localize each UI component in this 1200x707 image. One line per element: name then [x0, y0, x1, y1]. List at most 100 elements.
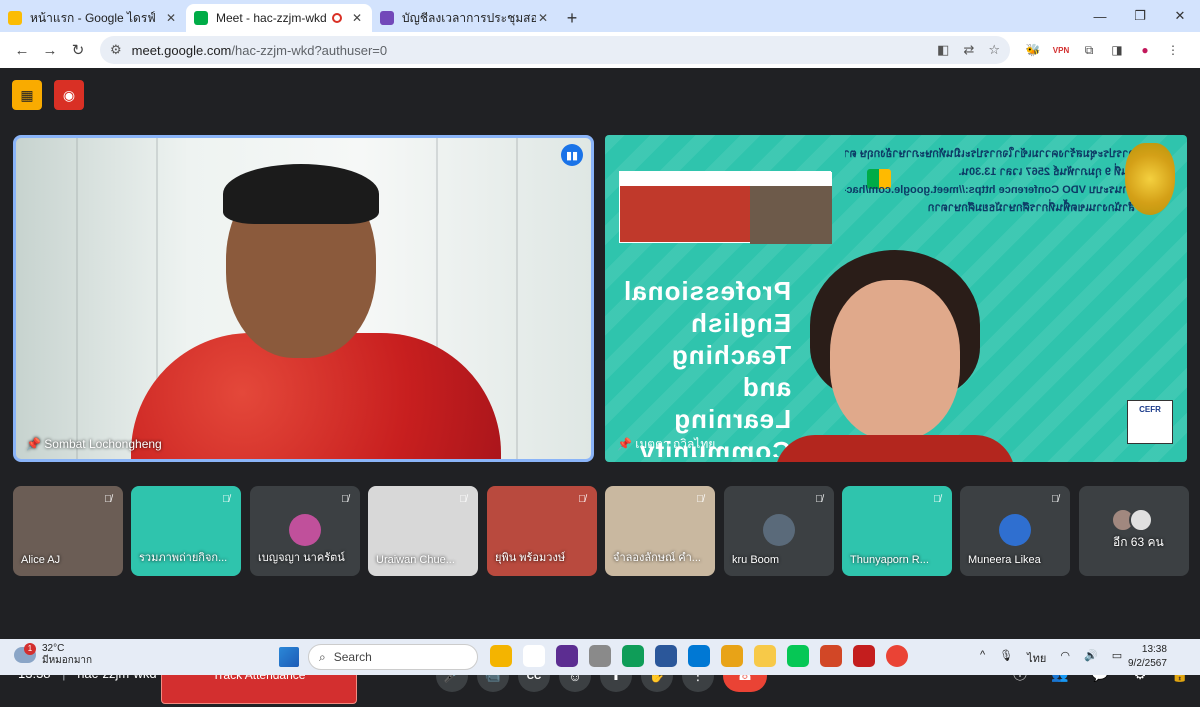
url-path: /hac-zzjm-wkd?authuser=0 [231, 42, 388, 58]
tray-expand-icon[interactable]: ^ [980, 649, 985, 667]
windows-start-icon[interactable] [279, 647, 299, 667]
participant-tile[interactable]: 🎙̸ kru Boom [724, 486, 834, 576]
minimize-button[interactable]: — [1080, 0, 1120, 32]
participant-tile[interactable]: 🎙̸ Thunyaporn R... [842, 486, 952, 576]
edge-icon[interactable] [622, 645, 644, 667]
new-tab-button[interactable]: + [558, 4, 586, 32]
battery-icon[interactable]: ▭ [1112, 649, 1122, 667]
system-clock[interactable]: 13:38 9/2/2567 [1128, 643, 1167, 671]
presenter-name: เมตตา ถวิลไทย [635, 437, 716, 451]
slide-header-line: ผ่านระบบ VDO Conference https://meet.goo… [845, 184, 1135, 196]
participant-tile[interactable]: 🎙̸ ยุพิน พร้อมวงษ์ [487, 486, 597, 576]
close-icon[interactable]: ✕ [164, 11, 178, 25]
volume-icon[interactable]: 🔊 [1084, 649, 1098, 667]
extensions-puzzle-icon[interactable]: ⧉ [1080, 41, 1098, 59]
muted-mic-icon: 🎙̸ [815, 494, 823, 505]
clock-time: 13:38 [1141, 644, 1167, 655]
extension-vpn-icon[interactable]: VPN [1052, 41, 1070, 59]
extension-bee-icon[interactable]: 🐝 [1024, 41, 1042, 59]
settings-app-icon[interactable] [589, 645, 611, 667]
muted-mic-icon: 🎙̸ [696, 494, 704, 505]
weather-widget[interactable]: 1 32°C มีหมอกมาก [14, 643, 92, 667]
omnibox-icons: ◧ ⇄ ☆ [937, 42, 1000, 58]
tab-google-forms[interactable]: บัญชีลงเวลาการประชุมสอบ CEFR ป ✕ [372, 4, 558, 32]
slide-header-line: การประชุมสร้างความเข้าใจการประเมินทักษะภ… [845, 148, 1135, 160]
windows-taskbar: 1 32°C มีหมอกมาก ⌕ Search ^ 🎙 ไทย ◠ 🔊 ▭ … [0, 639, 1200, 675]
avatar [1129, 508, 1153, 532]
address-bar[interactable]: ⚙ meet.google.com /hac-zzjm-wkd?authuser… [100, 36, 1010, 64]
slide-title-line: Professional [623, 276, 792, 306]
chrome-icon[interactable] [886, 645, 908, 667]
participant-tile[interactable]: 🎙̸ เบญจญา นาครัตน์ [250, 486, 360, 576]
speaker-name: Sombat Lochongheng [44, 437, 162, 451]
taskbar-search[interactable]: ⌕ Search [308, 644, 478, 670]
mail-icon[interactable] [688, 645, 710, 667]
tab-google-drive[interactable]: หน้าแรก - Google ไดรฟ์ ✕ [0, 4, 186, 32]
pinned-apps [490, 645, 908, 667]
more-participants-label: อีก 63 คน [1113, 535, 1164, 549]
cefr-logo: CEFR [1127, 400, 1173, 444]
presentation-tile[interactable]: การประชุมสร้างความเข้าใจการประเมินทักษะภ… [605, 135, 1187, 462]
wifi-icon[interactable]: ◠ [1060, 649, 1070, 667]
weather-icon: 1 [14, 643, 36, 663]
more-participants-tile[interactable]: อีก 63 คน [1079, 486, 1189, 576]
mic-tray-icon[interactable]: 🎙 [999, 649, 1013, 667]
snipping-tool-icon[interactable] [721, 645, 743, 667]
captions-off-icon[interactable]: ▦ [12, 80, 42, 110]
close-window-button[interactable]: ✕ [1160, 0, 1200, 32]
participant-tile[interactable]: 🎙̸ Muneera Likea [960, 486, 1070, 576]
browser-tab-bar: หน้าแรก - Google ไดรฟ์ ✕ Meet - hac-zzjm… [0, 0, 1200, 32]
muted-mic-icon: 🎙̸ [222, 494, 230, 505]
slide-header-line: สำนักงานเขตพื้นที่การศึกษามัธยมศึกษาตาก [927, 202, 1135, 214]
profile-avatar[interactable]: ● [1136, 41, 1154, 59]
google-forms-icon [380, 11, 394, 25]
word-icon[interactable] [655, 645, 677, 667]
search-icon: ⌕ [319, 649, 326, 664]
presenter-face [830, 280, 960, 440]
tab-meet[interactable]: Meet - hac-zzjm-wkd ✕ [186, 4, 372, 32]
powerpoint-icon[interactable] [820, 645, 842, 667]
muted-mic-icon: 🎙̸ [1051, 494, 1059, 505]
google-meet-icon [194, 11, 208, 25]
reload-button[interactable]: ↻ [64, 36, 92, 64]
site-info-icon[interactable]: ⚙ [110, 42, 122, 58]
window-controls: — ❐ ✕ [1080, 0, 1200, 32]
participant-tile[interactable]: 🎙̸ Uraiwan Chue... [368, 486, 478, 576]
system-tray: ^ 🎙 ไทย ◠ 🔊 ▭ [980, 649, 1122, 667]
task-view-icon[interactable] [523, 645, 545, 667]
muted-mic-icon: 🎙̸ [104, 494, 112, 505]
close-icon[interactable]: ✕ [536, 11, 550, 25]
acrobat-icon[interactable] [853, 645, 875, 667]
teams-icon[interactable] [556, 645, 578, 667]
language-indicator[interactable]: ไทย [1027, 649, 1046, 667]
copilot-icon[interactable] [490, 645, 512, 667]
recording-indicator-icon[interactable]: ◉ [54, 80, 84, 110]
meet-stage: ▦ ◉ ▮▮ 📌 Sombat Lochongheng การประชุมสร้… [0, 68, 1200, 704]
participant-tile[interactable]: 🎙̸ จำลองลักษณ์ คำ... [605, 486, 715, 576]
clock-date: 9/2/2567 [1128, 658, 1167, 669]
speaker-tile[interactable]: ▮▮ 📌 Sombat Lochongheng [13, 135, 594, 462]
file-explorer-icon[interactable] [754, 645, 776, 667]
line-icon[interactable] [787, 645, 809, 667]
obec-crest-logo [1125, 143, 1175, 215]
side-panel-icon[interactable]: ◨ [1108, 41, 1126, 59]
forward-button[interactable]: → [36, 36, 64, 64]
translate-icon[interactable]: ⇄ [963, 42, 974, 58]
camera-permission-icon[interactable]: ◧ [937, 42, 949, 58]
speaker-video [131, 164, 501, 459]
temperature: 32°C [42, 643, 65, 654]
close-icon[interactable]: ✕ [350, 11, 364, 25]
participant-tile[interactable]: 🎙̸ รวมภาพถ่ายกิจก... [131, 486, 241, 576]
browser-toolbar: ← → ↻ ⚙ meet.google.com /hac-zzjm-wkd?au… [0, 32, 1200, 68]
chrome-menu-icon[interactable]: ⋮ [1164, 41, 1182, 59]
presenter-video [775, 250, 1015, 462]
search-label: Search [333, 650, 372, 664]
bookmark-star-icon[interactable]: ☆ [988, 42, 1000, 58]
recording-icon [332, 13, 342, 23]
participant-tile[interactable]: 🎙̸ Alice AJ [13, 486, 123, 576]
extensions-area: 🐝 VPN ⧉ ◨ ● ⋮ [1024, 41, 1182, 59]
restore-button[interactable]: ❐ [1120, 0, 1160, 32]
back-button[interactable]: ← [8, 36, 36, 64]
url-host: meet.google.com [131, 42, 232, 58]
avatar [289, 514, 321, 546]
